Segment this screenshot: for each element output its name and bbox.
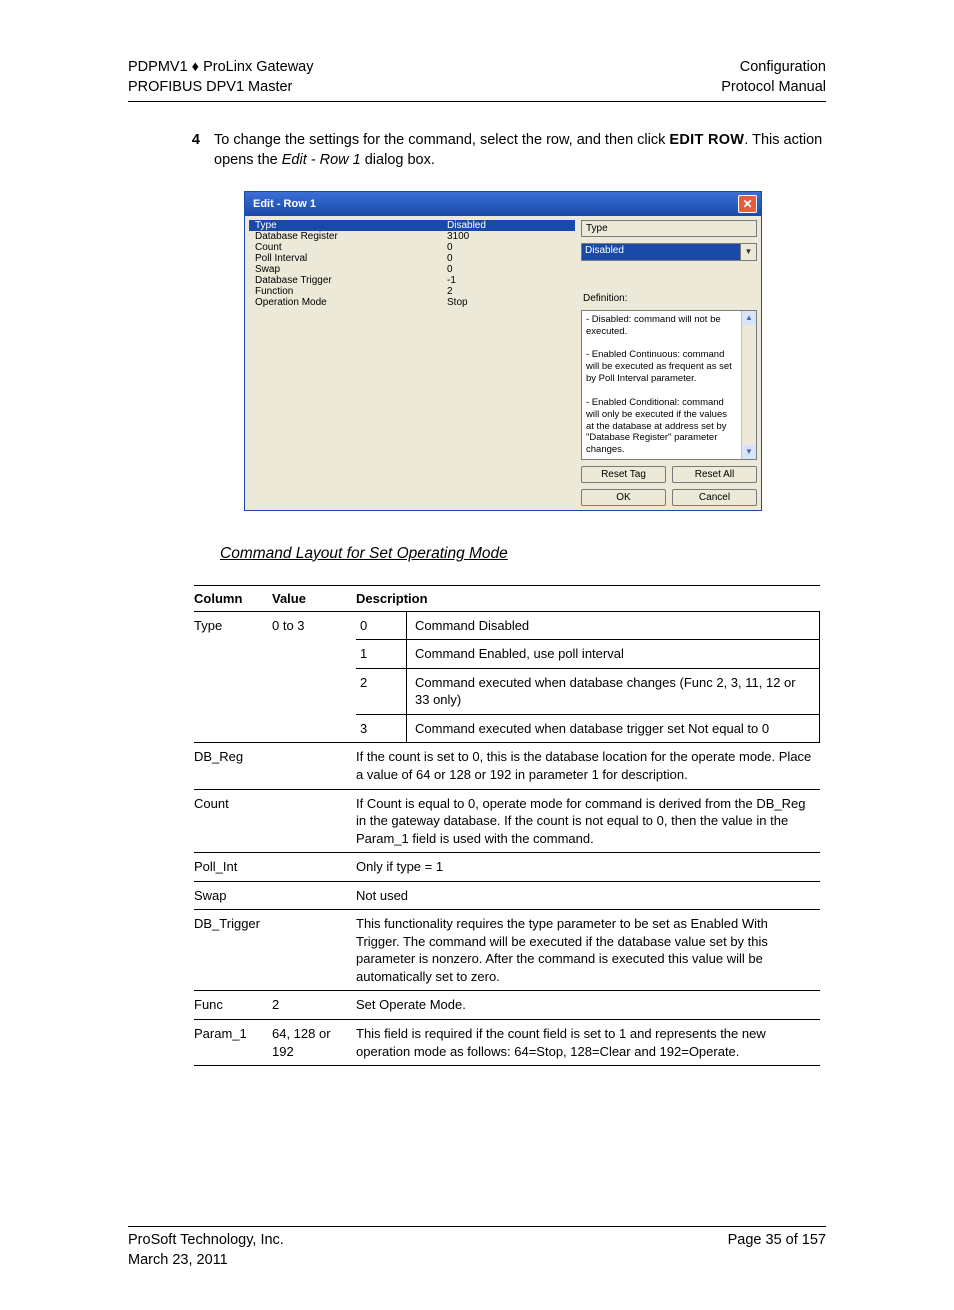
- reset-all-button[interactable]: Reset All: [672, 466, 757, 483]
- cell-value: 64, 128 or 192: [272, 1020, 356, 1066]
- cancel-button[interactable]: Cancel: [672, 489, 757, 506]
- header-left-1: PDPMV1 ♦ ProLinx Gateway: [128, 58, 314, 78]
- cell-value: [272, 743, 356, 789]
- cell-column: Poll_Int: [194, 853, 272, 882]
- property-value: 0: [441, 242, 459, 253]
- cell-subnum: 2: [356, 668, 407, 714]
- property-key: Database Register: [249, 231, 441, 242]
- cell-column: Type: [194, 611, 272, 743]
- cell-subdesc: Command executed when database trigger s…: [407, 714, 820, 743]
- cell-column: Param_1: [194, 1020, 272, 1066]
- header-left-2: PROFIBUS DPV1 Master: [128, 78, 314, 98]
- step-text: To change the settings for the command, …: [214, 130, 826, 171]
- property-value: 2: [441, 286, 459, 297]
- chevron-down-icon[interactable]: ▼: [740, 244, 756, 260]
- reset-tag-button[interactable]: Reset Tag: [581, 466, 666, 483]
- property-key: Swap: [249, 264, 441, 275]
- property-key: Type: [249, 220, 441, 231]
- property-value: Disabled: [441, 220, 492, 231]
- property-row[interactable]: Operation ModeStop: [249, 297, 575, 308]
- th-value: Value: [272, 585, 356, 611]
- footer-page: Page 35 of 157: [728, 1231, 826, 1251]
- definition-box: - Disabled: command will not be executed…: [581, 310, 757, 460]
- cell-subnum: 3: [356, 714, 407, 743]
- cell-value: [272, 910, 356, 991]
- cell-column: DB_Trigger: [194, 910, 272, 991]
- cell-value: [272, 853, 356, 882]
- page-footer: ProSoft Technology, Inc. March 23, 2011 …: [128, 1226, 826, 1270]
- dialog-title: Edit - Row 1: [253, 198, 316, 210]
- definition-text: - Disabled: command will not be executed…: [582, 311, 741, 459]
- cell-subdesc: Command Enabled, use poll interval: [407, 640, 820, 669]
- th-column: Column: [194, 585, 272, 611]
- property-row[interactable]: Poll Interval0: [249, 253, 575, 264]
- cell-value: 0 to 3: [272, 611, 356, 743]
- dropdown-value: Disabled: [582, 244, 740, 260]
- property-value: 0: [441, 253, 459, 264]
- page-header: PDPMV1 ♦ ProLinx Gateway PROFIBUS DPV1 M…: [128, 58, 826, 102]
- cell-description: If Count is equal to 0, operate mode for…: [356, 789, 820, 853]
- property-key: Poll Interval: [249, 253, 441, 264]
- property-key: Operation Mode: [249, 297, 441, 308]
- section-title: Command Layout for Set Operating Mode: [220, 545, 826, 563]
- cell-value: [272, 789, 356, 853]
- cell-column: DB_Reg: [194, 743, 272, 789]
- property-row[interactable]: TypeDisabled: [249, 220, 575, 231]
- property-value: 0: [441, 264, 459, 275]
- property-value: -1: [441, 275, 462, 286]
- scroll-up-icon[interactable]: ▲: [742, 311, 756, 325]
- footer-date: March 23, 2011: [128, 1251, 284, 1271]
- ok-button[interactable]: OK: [581, 489, 666, 506]
- close-icon[interactable]: ✕: [738, 195, 757, 213]
- header-right-2: Protocol Manual: [721, 78, 826, 98]
- property-value: 3100: [441, 231, 475, 242]
- cell-subdesc: Command Disabled: [407, 611, 820, 640]
- property-row[interactable]: Swap0: [249, 264, 575, 275]
- field-name-box: Type: [581, 220, 757, 237]
- cell-subnum: 1: [356, 640, 407, 669]
- cell-description: If the count is set to 0, this is the da…: [356, 743, 820, 789]
- cell-column: Count: [194, 789, 272, 853]
- property-row[interactable]: Function2: [249, 286, 575, 297]
- property-row[interactable]: Database Register3100: [249, 231, 575, 242]
- scroll-down-icon[interactable]: ▼: [742, 445, 756, 459]
- cell-description: This field is required if the count fiel…: [356, 1020, 820, 1066]
- cell-description: Not used: [356, 881, 820, 910]
- property-list[interactable]: TypeDisabledDatabase Register3100Count0P…: [249, 220, 575, 506]
- step-4: 4 To change the settings for the command…: [184, 130, 826, 171]
- cell-value: [272, 881, 356, 910]
- edit-row-dialog: Edit - Row 1 ✕ TypeDisabledDatabase Regi…: [244, 191, 762, 511]
- cell-description: This functionality requires the type par…: [356, 910, 820, 991]
- scrollbar[interactable]: ▲ ▼: [741, 311, 756, 459]
- header-right-1: Configuration: [721, 58, 826, 78]
- property-key: Database Trigger: [249, 275, 441, 286]
- cell-column: Swap: [194, 881, 272, 910]
- footer-company: ProSoft Technology, Inc.: [128, 1231, 284, 1251]
- th-description: Description: [356, 585, 820, 611]
- property-key: Function: [249, 286, 441, 297]
- property-row[interactable]: Count0: [249, 242, 575, 253]
- cell-value: 2: [272, 991, 356, 1020]
- cell-description: Set Operate Mode.: [356, 991, 820, 1020]
- cell-description: Only if type = 1: [356, 853, 820, 882]
- property-value: Stop: [441, 297, 474, 308]
- step-number: 4: [184, 130, 200, 171]
- cell-column: Func: [194, 991, 272, 1020]
- cell-subnum: 0: [356, 611, 407, 640]
- command-layout-table: Column Value Description Type0 to 30 Com…: [194, 585, 820, 1066]
- property-key: Count: [249, 242, 441, 253]
- property-row[interactable]: Database Trigger-1: [249, 275, 575, 286]
- type-dropdown[interactable]: Disabled ▼: [581, 243, 757, 261]
- dialog-titlebar: Edit - Row 1 ✕: [245, 192, 761, 216]
- cell-subdesc: Command executed when database changes (…: [407, 668, 820, 714]
- definition-label: Definition:: [581, 293, 757, 304]
